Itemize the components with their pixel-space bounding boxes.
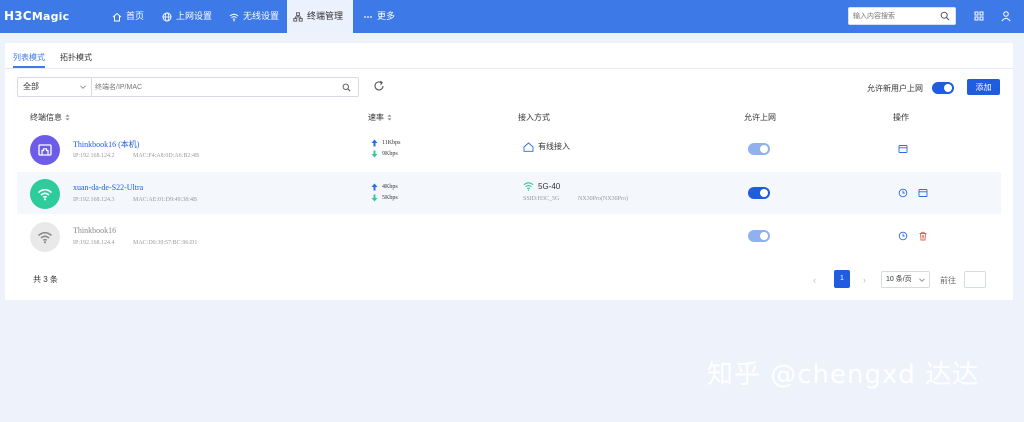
global-search[interactable] xyxy=(848,7,956,25)
prev-page-icon[interactable]: ‹ xyxy=(813,275,816,285)
nav-wireless-settings[interactable]: 无线设置 xyxy=(223,0,285,33)
device-mac: MAC:F4:A8:0D:A6:B2:4B xyxy=(133,153,200,159)
column-header-actions: 操作 xyxy=(893,113,909,122)
top-bar: H3CMagic 首页 上网设置 无线设置 终端管理 更多 xyxy=(0,0,1024,33)
delete-icon[interactable] xyxy=(918,231,928,241)
edit-icon[interactable] xyxy=(898,144,908,154)
tab-topology-mode[interactable]: 拓扑模式 xyxy=(60,52,92,68)
avatar xyxy=(30,222,60,252)
search-icon[interactable] xyxy=(342,83,351,92)
wifi-icon xyxy=(37,231,53,244)
allow-new-user-label: 允许新用户上网 xyxy=(867,84,923,93)
avatar xyxy=(30,135,60,165)
more-icon xyxy=(364,15,372,18)
upload-arrow-icon xyxy=(371,183,378,191)
device-ip: IP:192.168.124.4 xyxy=(73,240,115,246)
column-header-rate[interactable]: 速率 xyxy=(368,112,392,123)
upload-arrow-icon xyxy=(371,139,378,147)
wifi-icon xyxy=(523,182,534,191)
table-row: Thinkbook16 (本机) IP:192.168.124.2 MAC:F4… xyxy=(17,128,1001,170)
wired-port-icon xyxy=(38,144,52,156)
scope-select-value: 全部 xyxy=(23,82,39,91)
sort-icon[interactable] xyxy=(65,114,70,121)
device-mac: MAC:D0:39:57:BC:96:D1 xyxy=(133,240,198,246)
column-header-allow-internet: 允许上网 xyxy=(744,113,776,122)
globe-icon xyxy=(162,12,172,21)
tab-list-mode[interactable]: 列表模式 xyxy=(13,52,45,68)
wifi-icon xyxy=(37,188,53,201)
search-icon[interactable] xyxy=(940,11,950,21)
terminal-filter[interactable] xyxy=(91,77,359,97)
goto-label: 前往 xyxy=(940,276,956,285)
allow-internet-toggle[interactable] xyxy=(748,230,770,242)
upload-rate: 4Kbps xyxy=(371,183,398,191)
access-method: 有线接入 xyxy=(523,141,570,152)
tab-divider xyxy=(5,68,1013,69)
devices-icon xyxy=(293,11,303,22)
download-arrow-icon xyxy=(371,150,378,158)
add-button[interactable]: 添加 xyxy=(967,79,1000,95)
global-search-input[interactable] xyxy=(853,10,939,23)
watermark: 知乎 @chengxd 达达 xyxy=(707,360,980,390)
clock-icon[interactable] xyxy=(898,188,908,198)
nav-internet-label: 上网设置 xyxy=(176,11,213,21)
device-ip: IP:192.168.124.3 xyxy=(73,197,115,203)
page-size-select[interactable]: 10 条/页 xyxy=(881,271,930,288)
device-ip: IP:192.168.124.2 xyxy=(73,153,115,159)
wifi-icon xyxy=(229,13,239,21)
download-rate: 9Kbps xyxy=(371,150,398,158)
nav-terminal-label: 终端管理 xyxy=(307,11,344,21)
nav-internet-settings[interactable]: 上网设置 xyxy=(156,0,218,33)
nav-more-label: 更多 xyxy=(377,11,396,21)
total-count: 共 3 条 xyxy=(33,275,58,284)
ssid-text: SSID:H3C_5G xyxy=(523,196,560,202)
download-arrow-icon xyxy=(371,194,378,202)
terminal-filter-input[interactable] xyxy=(95,81,325,93)
table-row: Thinkbook16 IP:192.168.124.4 MAC:D0:39:5… xyxy=(17,215,1001,257)
ap-text: NX30Pro(NX30Pro) xyxy=(578,196,628,202)
device-name[interactable]: Thinkbook16 xyxy=(73,226,116,235)
user-icon[interactable] xyxy=(1000,10,1012,22)
upload-rate: 11Kbps xyxy=(371,139,400,147)
allow-new-user-toggle[interactable] xyxy=(932,82,954,94)
download-rate: 5Kbps xyxy=(371,194,398,202)
device-name[interactable]: xuan-da-de-S22-Ultra xyxy=(73,183,143,192)
nav-terminal-management[interactable]: 终端管理 xyxy=(287,0,353,33)
column-header-access-method: 接入方式 xyxy=(518,113,550,122)
goto-page-input[interactable] xyxy=(964,271,986,288)
nav-home[interactable]: 首页 xyxy=(106,0,150,33)
device-mac: MAC:AE:01:D9:49:38:4B xyxy=(133,197,198,203)
avatar xyxy=(30,179,60,209)
table-row: xuan-da-de-S22-Ultra IP:192.168.124.3 MA… xyxy=(17,172,1001,214)
grid-icon[interactable] xyxy=(973,10,985,22)
nav-home-label: 首页 xyxy=(126,11,145,21)
clock-icon[interactable] xyxy=(898,231,908,241)
edit-icon[interactable] xyxy=(918,188,928,198)
allow-internet-toggle[interactable] xyxy=(748,187,770,199)
scope-select[interactable]: 全部 xyxy=(17,77,91,97)
sort-icon[interactable] xyxy=(387,114,392,121)
device-name[interactable]: Thinkbook16 (本机) xyxy=(73,139,139,150)
column-header-terminal-info[interactable]: 终端信息 xyxy=(30,112,70,123)
chevron-down-icon xyxy=(919,278,925,282)
page-number-current[interactable]: 1 xyxy=(834,270,850,288)
home-icon xyxy=(112,12,122,21)
chevron-down-icon xyxy=(80,85,86,89)
page-size-value: 10 条/页 xyxy=(886,276,912,283)
home-outline-icon xyxy=(523,141,534,152)
logo[interactable]: H3CMagic xyxy=(4,9,69,23)
next-page-icon[interactable]: › xyxy=(863,275,866,285)
nav-more[interactable]: 更多 xyxy=(357,0,401,33)
terminal-panel: 列表模式 拓扑模式 全部 允许新用户上网 添加 终端信息 速率 接入方式 允许上… xyxy=(5,43,1013,300)
access-method: 5G-40 xyxy=(523,181,560,191)
refresh-icon[interactable] xyxy=(373,80,385,92)
allow-internet-toggle[interactable] xyxy=(748,143,770,155)
nav-wireless-label: 无线设置 xyxy=(243,11,280,21)
